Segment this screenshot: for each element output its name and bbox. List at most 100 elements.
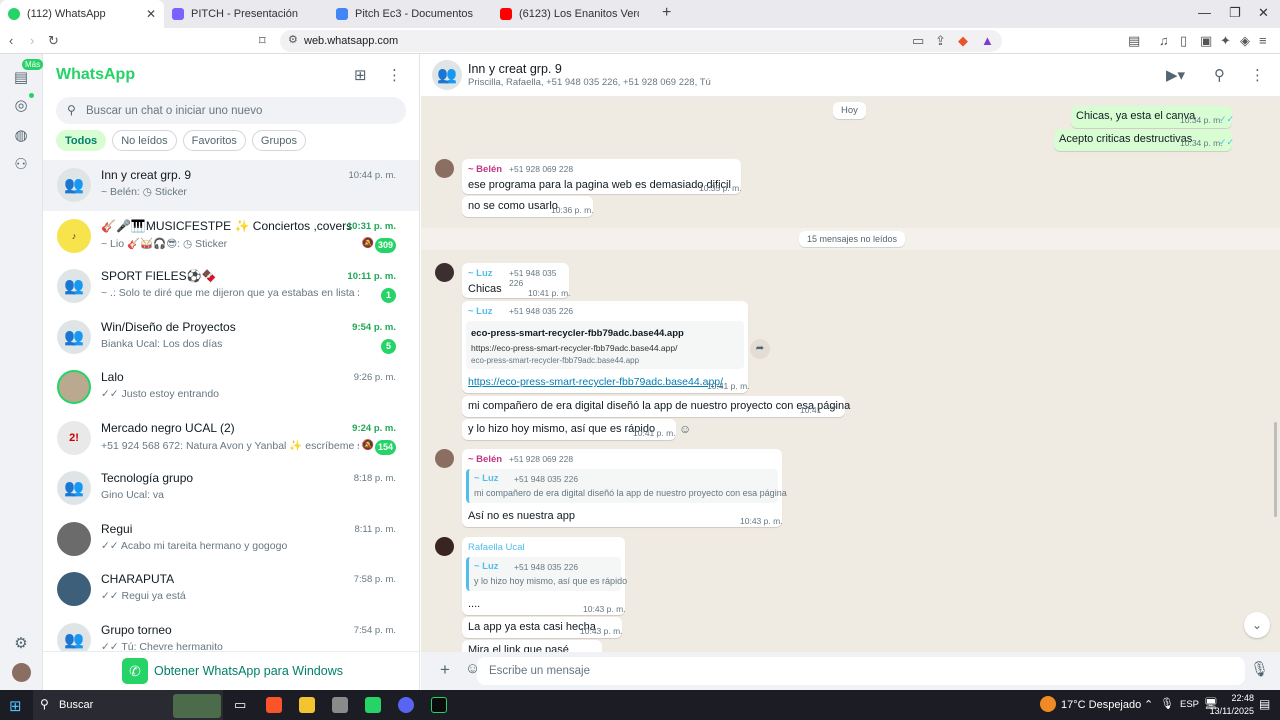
- sidebar-toggle-icon[interactable]: ▯: [1180, 33, 1187, 49]
- whatsapp-taskbar-icon[interactable]: [365, 697, 381, 713]
- microphone-tray-icon[interactable]: 🎙: [1160, 697, 1174, 710]
- vpn-icon[interactable]: ◈: [1240, 33, 1250, 49]
- new-tab-icon[interactable]: +: [662, 0, 671, 28]
- chevron-up-icon[interactable]: ⌃: [1144, 698, 1153, 711]
- chat-item[interactable]: 👥 Inn y creat grp. 9 ~ Belén: ◷ Sticker …: [43, 160, 419, 211]
- quoted-message[interactable]: ~ Luz +51 948 035 226 y lo hizo hoy mism…: [466, 557, 627, 591]
- chat-item[interactable]: 👥 Win/Diseño de Proyectos Bianka Ucal: L…: [43, 312, 419, 363]
- incoming-message[interactable]: La app ya esta casi hecha 10:43 p. m.: [462, 617, 623, 638]
- clock-date[interactable]: 13/11/2025: [1199, 706, 1254, 716]
- wallet-icon[interactable]: ▣: [1200, 33, 1212, 49]
- sender-avatar[interactable]: [435, 159, 454, 178]
- minimize-icon[interactable]: —: [1198, 5, 1211, 20]
- channels-icon[interactable]: ◍: [12, 126, 30, 144]
- browser-tab-whatsapp[interactable]: (112) WhatsApp ✕: [0, 0, 164, 28]
- incoming-message[interactable]: mi compañero de era digital diseñó la ap…: [462, 396, 850, 417]
- back-icon[interactable]: ‹: [9, 33, 13, 48]
- menu-dots-icon[interactable]: ⋮: [1250, 66, 1265, 84]
- filter-groups[interactable]: Grupos: [251, 130, 306, 151]
- app-taskbar-icon[interactable]: [332, 697, 348, 713]
- filter-unread[interactable]: No leídos: [112, 130, 177, 151]
- scroll-down-button[interactable]: ⌄: [1244, 612, 1270, 638]
- chats-icon[interactable]: ▤: [12, 68, 30, 86]
- quoted-message[interactable]: ~ Luz +51 948 035 226 mi compañero de er…: [466, 469, 787, 503]
- discord-taskbar-icon[interactable]: [398, 697, 414, 713]
- incoming-message[interactable]: Mira el link que pasé: [462, 640, 602, 652]
- new-chat-icon[interactable]: ⊞: [354, 66, 367, 84]
- video-call-icon[interactable]: ▶▾: [1166, 66, 1185, 84]
- chat-item[interactable]: CHARAPUTA ✓✓ Regui ya está 7:58 p. m.: [43, 564, 419, 615]
- forward-icon[interactable]: ›: [30, 33, 34, 48]
- outgoing-message[interactable]: Chicas, ya esta el canva 10:34 p. m. ✓✓: [1071, 106, 1234, 128]
- outgoing-message[interactable]: Acepto criticas destructivas 10:34 p. m.…: [1054, 129, 1234, 151]
- sender-avatar[interactable]: [435, 263, 454, 282]
- browser-tab-pitch[interactable]: PITCH - Presentación: [164, 0, 328, 28]
- chat-item[interactable]: Lalo ✓✓ Justo estoy entrando 9:26 p. m.: [43, 362, 419, 413]
- task-view-icon[interactable]: ▭: [234, 697, 246, 713]
- incoming-message[interactable]: ~ Luz +51 948 035 226 Chicas 10:41 p. m.: [462, 263, 571, 298]
- quoted-text: y lo hizo hoy mismo, así que es rápido: [474, 576, 628, 586]
- weather-text[interactable]: 17°C Despejado: [1061, 699, 1141, 711]
- maximize-icon[interactable]: ❐: [1229, 5, 1241, 21]
- chat-item[interactable]: 2! Mercado negro UCAL (2) +51 924 568 67…: [43, 413, 419, 464]
- notification-icon[interactable]: ▤: [1259, 697, 1270, 711]
- brave-shield-icon[interactable]: ◆: [958, 33, 968, 49]
- windows-start-icon[interactable]: ⊞: [9, 697, 22, 715]
- menu-icon[interactable]: ≡: [1259, 33, 1267, 48]
- profile-avatar[interactable]: [12, 663, 31, 682]
- leo-ai-icon[interactable]: ✦: [1220, 33, 1231, 49]
- reply-message[interactable]: ~ Belén +51 928 069 228 ~ Luz +51 948 03…: [462, 449, 787, 527]
- bookmark-icon[interactable]: ⌑: [259, 33, 266, 49]
- emoji-react-icon[interactable]: ☺: [679, 422, 691, 436]
- message-time: 10:36 p. m.: [551, 205, 594, 215]
- site-info-icon[interactable]: ⚙: [288, 33, 298, 46]
- reload-icon[interactable]: ↻: [48, 33, 59, 49]
- url-field[interactable]: ⚙ web.whatsapp.com: [280, 30, 1002, 52]
- terminal-taskbar-icon[interactable]: [431, 697, 447, 713]
- communities-icon[interactable]: ⚇: [12, 155, 30, 173]
- filter-all[interactable]: Todos: [56, 130, 107, 151]
- conversation-header[interactable]: 👥 Inn y creat grp. 9 Priscilla, Rafaella…: [421, 54, 1280, 97]
- chat-item[interactable]: Regui ✓✓ Acabo mi tareita hermano y gogo…: [43, 514, 419, 565]
- message-link[interactable]: https://eco-press-smart-recycler-fbb79ad…: [468, 376, 723, 388]
- share-icon[interactable]: ⇪: [935, 33, 946, 49]
- brave-taskbar-icon[interactable]: [266, 697, 282, 713]
- chat-item[interactable]: ♪ 🎸🎤🎹MUSICFESTPE ✨ Conciertos ,covers na…: [43, 211, 419, 262]
- incoming-message[interactable]: y lo hizo hoy mismo, así que es rápido 1…: [462, 419, 676, 440]
- clock-time[interactable]: 22:48: [1224, 693, 1254, 703]
- language-indicator[interactable]: ESP: [1180, 699, 1199, 710]
- search-input[interactable]: ⚲ Buscar un chat o iniciar uno nuevo: [56, 97, 406, 124]
- get-windows-banner[interactable]: ✆ Obtener WhatsApp para Windows: [43, 651, 419, 690]
- browser-tab-docs[interactable]: Pitch Ec3 - Documentos de Google: [328, 0, 492, 28]
- file-explorer-icon[interactable]: [299, 697, 315, 713]
- canva-favicon-icon: [172, 8, 184, 20]
- brave-rewards-icon[interactable]: ▲: [981, 33, 994, 48]
- search-icon[interactable]: ⚲: [1214, 66, 1225, 84]
- filter-favorites[interactable]: Favoritos: [182, 130, 246, 151]
- status-icon[interactable]: ◎: [12, 96, 30, 114]
- forward-icon[interactable]: ➦: [750, 339, 770, 359]
- reply-message[interactable]: Rafaella Ucal ~ Luz +51 948 035 226 y lo…: [462, 537, 627, 615]
- microphone-icon[interactable]: 🎙: [1250, 660, 1269, 678]
- message-input[interactable]: Escribe un mensaje: [477, 657, 1245, 685]
- chat-item[interactable]: 👥 SPORT FIELES⚽🍫 ~ .: Solo te diré que m…: [43, 261, 419, 312]
- attach-plus-icon[interactable]: +: [440, 660, 450, 680]
- media-icon[interactable]: ♫: [1159, 33, 1169, 48]
- window-close-icon[interactable]: ✕: [1258, 5, 1269, 21]
- scrollbar[interactable]: [1274, 422, 1277, 517]
- browser-tab-youtube[interactable]: (6123) Los Enanitos Verdes - La Mus: [492, 0, 656, 28]
- incoming-message[interactable]: no se como usarlo 10:36 p. m.: [462, 196, 594, 217]
- sender-avatar[interactable]: [435, 537, 454, 556]
- close-tab-icon[interactable]: ✕: [146, 7, 156, 21]
- settings-gear-icon[interactable]: ⚙: [12, 634, 30, 652]
- incoming-message[interactable]: ~ Belén +51 928 069 228 ese programa par…: [462, 159, 742, 194]
- chat-item[interactable]: 👥 Tecnología grupo Gino Ucal: va 8:18 p.…: [43, 463, 419, 514]
- reader-icon[interactable]: ▤: [1128, 33, 1140, 49]
- sender-avatar[interactable]: [435, 449, 454, 468]
- taskbar-search[interactable]: ⚲ Buscar: [33, 690, 223, 720]
- menu-dots-icon[interactable]: ⋮: [387, 66, 402, 84]
- install-icon[interactable]: ▭: [912, 33, 924, 49]
- link-preview-card[interactable]: eco-press-smart-recycler-fbb79adc.base44…: [466, 321, 744, 369]
- link-message[interactable]: ~ Luz +51 948 035 226 eco-press-smart-re…: [462, 301, 750, 393]
- chevron-down-icon[interactable]: ⌄: [829, 399, 838, 412]
